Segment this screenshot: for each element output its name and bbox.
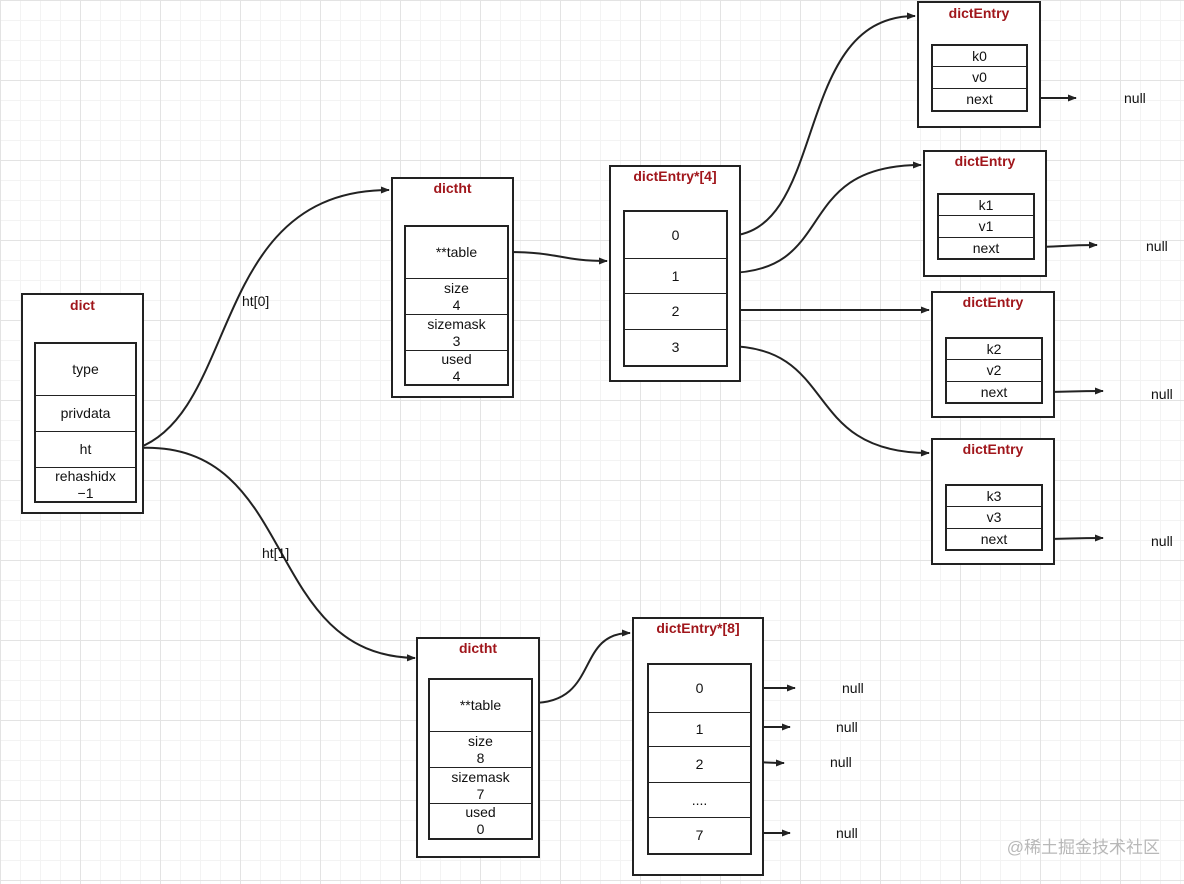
dictht-1-used: used 0 xyxy=(430,804,531,838)
used-value: 0 xyxy=(476,821,485,837)
entry-next: next xyxy=(980,530,1008,547)
bucket-array-4-box: dictEntry*[4] 0 1 2 3 xyxy=(609,165,741,382)
dict-field-ht: ht xyxy=(36,432,135,468)
size-value: 4 xyxy=(452,296,461,313)
dictht-0-used: used 4 xyxy=(406,351,507,384)
bucket-slot: .... xyxy=(649,783,750,818)
null-label: null xyxy=(1124,90,1146,106)
edge-label-ht0: ht[0] xyxy=(242,293,270,309)
edge-bucket1 xyxy=(725,161,922,274)
dict-entry-title: dictEntry xyxy=(948,5,1010,21)
edge-ht0-table xyxy=(507,251,608,265)
bucket-slot: 3 xyxy=(671,339,680,355)
edge-ht1-table xyxy=(531,629,631,704)
edge-ht0 xyxy=(137,186,390,449)
dict-title: dict xyxy=(70,297,95,313)
dictht-0-fields: **table size 4 sizemask 3 used 4 xyxy=(404,225,509,386)
used-value: 4 xyxy=(452,367,461,384)
dict-field-privdata: privdata xyxy=(36,396,135,432)
dictht-1-fields: **table size 8 sizemask 7 used 0 xyxy=(428,678,533,840)
dict-fields: type privdata ht rehashidx −1 xyxy=(34,342,137,503)
entry-next: next xyxy=(980,383,1008,400)
dictht-0-table: **table xyxy=(406,227,507,279)
dict-entry-fields: k3 v3 next xyxy=(945,484,1043,551)
entry-next: next xyxy=(966,91,993,107)
dictht-0-title: dictht xyxy=(433,180,472,196)
bucket-slot: 1 xyxy=(649,713,750,747)
dict-entry-fields: k2 v2 next xyxy=(945,337,1043,404)
null-label: null xyxy=(1151,533,1173,549)
dict-entry-box: dictEntry k3 v3 next xyxy=(931,438,1055,565)
edge-label-ht1: ht[1] xyxy=(262,545,290,561)
null-label: null xyxy=(842,680,864,696)
entry-key: k2 xyxy=(947,339,1041,360)
dict-box: dict type privdata ht rehashidx −1 xyxy=(21,293,144,514)
dictht-1-table: **table xyxy=(430,680,531,732)
dict-entry-fields: k1 v1 next xyxy=(937,193,1035,260)
bucket-slot: 2 xyxy=(649,747,750,783)
bucket-slot: 2 xyxy=(625,294,726,330)
size-value: 8 xyxy=(476,749,485,766)
dictht-1-size: size 8 xyxy=(430,732,531,768)
dict-entry-box: dictEntry k2 v2 next xyxy=(931,291,1055,418)
dictht-0-sizemask: sizemask 3 xyxy=(406,315,507,351)
bucket-slot: 0 xyxy=(649,665,750,713)
size-name: size xyxy=(468,732,493,749)
entry-key: k3 xyxy=(947,486,1041,507)
edge-bucket0 xyxy=(725,12,916,237)
null-label: null xyxy=(1151,386,1173,402)
bucket-array-8-slots: 0 1 2 .... 7 xyxy=(647,663,752,855)
null-label: null xyxy=(1146,238,1168,254)
entry-key: k0 xyxy=(933,46,1026,67)
entry-value: v1 xyxy=(939,216,1033,238)
bucket-slot: 0 xyxy=(625,212,726,259)
dict-field-rehashidx: rehashidx −1 xyxy=(36,468,135,501)
edge-bucket3 xyxy=(725,345,930,457)
null-label: null xyxy=(836,825,858,841)
bucket-array-8-title: dictEntry*[8] xyxy=(656,620,740,636)
entry-next: next xyxy=(972,239,1000,256)
dictht-1-sizemask: sizemask 7 xyxy=(430,768,531,804)
sizemask-name: sizemask xyxy=(427,315,486,332)
dict-entry-box: dictEntry k0 v0 next xyxy=(917,1,1041,128)
watermark: @稀土掘金技术社区 xyxy=(1006,838,1160,857)
bucket-slot: 7 xyxy=(695,827,704,843)
bucket-array-4-title: dictEntry*[4] xyxy=(633,168,717,184)
entry-value: v3 xyxy=(947,507,1041,529)
size-name: size xyxy=(444,279,469,296)
dict-entry-title: dictEntry xyxy=(954,153,1016,169)
dict-field-type: type xyxy=(36,344,135,396)
null-label: null xyxy=(830,754,852,770)
used-name: used xyxy=(441,350,472,367)
null-label: null xyxy=(836,719,858,735)
dict-entry-title: dictEntry xyxy=(962,294,1024,310)
dict-entry-box: dictEntry k1 v1 next xyxy=(923,150,1047,277)
sizemask-name: sizemask xyxy=(451,768,510,785)
used-name: used xyxy=(465,804,496,820)
rehashidx-value: −1 xyxy=(77,484,94,501)
dictht-0-box: dictht **table size 4 sizemask 3 used 4 xyxy=(391,177,514,398)
dict-entry-fields: k0 v0 next xyxy=(931,44,1028,112)
entry-value: v2 xyxy=(947,360,1041,382)
bucket-array-4-slots: 0 1 2 3 xyxy=(623,210,728,367)
dictht-0-size: size 4 xyxy=(406,279,507,315)
bucket-array-8-box: dictEntry*[8] 0 1 2 .... 7 xyxy=(632,617,764,876)
sizemask-value: 7 xyxy=(476,785,485,802)
entry-key: k1 xyxy=(939,195,1033,216)
entry-value: v0 xyxy=(933,67,1026,89)
rehashidx-name: rehashidx xyxy=(55,467,116,484)
dictht-1-title: dictht xyxy=(458,640,498,656)
dict-entry-title: dictEntry xyxy=(962,441,1024,457)
dictht-1-box: dictht **table size 8 sizemask 7 used 0 xyxy=(416,637,540,858)
sizemask-value: 3 xyxy=(452,332,461,349)
bucket-slot: 1 xyxy=(625,259,726,294)
